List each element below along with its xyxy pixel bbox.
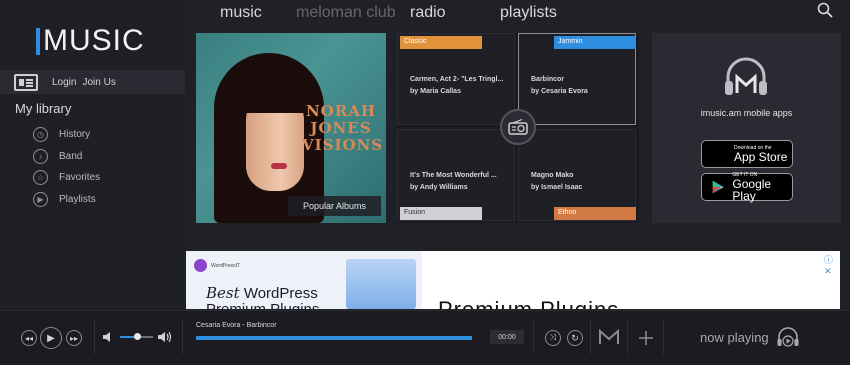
album-cover-title: NORAH JONES VISIONS <box>302 102 384 154</box>
time-display: 00:00 <box>490 330 524 344</box>
genre-tag: Fusion <box>400 207 482 220</box>
genre-tag: Ethno <box>554 207 636 220</box>
sidebar-item-history[interactable]: ◷ History <box>33 127 90 142</box>
sidebar-item-playlists[interactable]: ▶ Playlists <box>33 192 96 207</box>
my-library-heading: My library <box>15 101 72 116</box>
next-icon[interactable]: ▸▸ <box>66 330 82 346</box>
ad-brand-text: WordPressIT <box>211 262 241 269</box>
genre-tag: Jammin <box>554 36 636 49</box>
genre-tag: Classic <box>400 36 482 49</box>
divider <box>590 320 591 354</box>
volume-max-icon[interactable] <box>158 331 172 343</box>
login-link[interactable]: Login <box>52 77 76 88</box>
login-row: Login Join Us <box>0 70 185 94</box>
history-icon: ◷ <box>33 127 48 142</box>
user-card-icon <box>14 73 38 91</box>
genre-tile-fusion[interactable]: It's The Most Wonderful ... by Andy Will… <box>397 129 515 221</box>
sidebar-item-label: History <box>59 129 91 140</box>
sidebar-item-label: Band <box>59 151 83 162</box>
genre-tile-classic[interactable]: Classic Carmen, Act 2- "Les Tringl... by… <box>397 33 515 125</box>
search-icon[interactable] <box>817 2 833 18</box>
nav-playlists[interactable]: playlists <box>500 4 557 22</box>
sidebar-item-band[interactable]: ♪ Band <box>33 149 82 164</box>
divider <box>94 320 95 354</box>
app-store-button[interactable]: Download on the App Store <box>701 140 793 168</box>
sidebar-item-label: Favorites <box>59 172 101 183</box>
nav-music[interactable]: music <box>220 4 262 22</box>
track-artist: by Andy Williams <box>410 184 468 191</box>
previous-icon[interactable]: ◂◂ <box>21 330 37 346</box>
divider <box>182 320 183 354</box>
volume-knob[interactable] <box>133 333 141 340</box>
ad-brand: WordPressIT <box>194 259 240 272</box>
ad-banner[interactable]: WordPressIT Best WordPress Premium Plugi… <box>186 251 840 309</box>
track-artist: by Ismael Isaac <box>531 184 583 191</box>
genre-tile-ethno[interactable]: Magno Mako by Ismael Isaac Ethno <box>518 129 636 221</box>
ad-illustration <box>346 259 416 309</box>
track-title: Carmen, Act 2- "Les Tringl... <box>410 76 504 83</box>
divider <box>533 320 534 354</box>
popular-albums-card[interactable]: NORAH JONES VISIONS Popular Albums <box>196 33 386 223</box>
ad-big-text: Premium Plugins <box>438 297 619 309</box>
headphones-logo-icon <box>725 57 767 95</box>
imusic-logo[interactable]: MUSIC <box>36 24 145 58</box>
popular-albums-caption: Popular Albums <box>288 196 381 216</box>
ad-close-icon[interactable]: ⓘ ✕ <box>824 253 840 277</box>
nav-radio[interactable]: radio <box>410 4 446 22</box>
ad-headline-italic: Best <box>206 284 240 302</box>
mobile-apps-card: imusic.am mobile apps Download on the Ap… <box>652 33 841 223</box>
track-title: Barbincor <box>531 76 565 83</box>
google-play-big-text: Google Play <box>732 177 772 203</box>
play-button-icon[interactable]: ▶ <box>40 327 62 349</box>
app-root: MUSIC Login Join Us My library ◷ History… <box>0 0 850 365</box>
track-title: It's The Most Wonderful ... <box>410 172 497 179</box>
now-playing-track: Cesaria Evora - Barbincor <box>196 322 277 329</box>
shuffle-icon[interactable]: ⤨ <box>545 330 561 346</box>
track-artist: by Maria Callas <box>410 88 461 95</box>
ad-headline: Best WordPress Premium Plugins <box>206 285 319 309</box>
divider <box>663 320 664 354</box>
radio-hub-button[interactable] <box>500 109 536 145</box>
band-icon: ♪ <box>33 149 48 164</box>
genre-tile-jammin[interactable]: Jammin Barbincor by Cesaria Evora <box>518 33 636 125</box>
ad-headline-sub: Premium Plugins <box>206 301 319 310</box>
add-icon[interactable] <box>638 330 654 346</box>
mute-icon[interactable] <box>103 332 113 342</box>
sidebar-item-favorites[interactable]: ☆ Favorites <box>33 170 100 185</box>
ad-headline-main: WordPress <box>243 285 318 302</box>
wordpressit-logo-icon <box>194 259 207 272</box>
sidebar-item-label: Playlists <box>59 194 96 205</box>
join-link[interactable]: Join Us <box>82 77 115 88</box>
repeat-icon[interactable]: ↻ <box>567 330 583 346</box>
imusic-mark-icon[interactable] <box>598 329 620 345</box>
star-icon: ☆ <box>33 170 48 185</box>
track-title: Magno Mako <box>531 172 574 179</box>
album-art-lips <box>271 163 287 169</box>
progress-fill <box>196 336 472 340</box>
app-store-big-text: App Store <box>734 150 788 164</box>
logo-text: MUSIC <box>43 24 145 57</box>
divider <box>627 320 628 354</box>
now-playing-headphones-icon[interactable] <box>776 325 800 349</box>
radio-icon <box>508 119 528 135</box>
google-play-button[interactable]: GET IT ON Google Play <box>701 172 793 203</box>
track-artist: by Cesaria Evora <box>531 88 588 95</box>
mobile-apps-label: imusic.am mobile apps <box>700 108 793 118</box>
play-icon: ▶ <box>33 192 48 207</box>
nav-meloman-club[interactable]: meloman club <box>296 4 396 22</box>
now-playing-label[interactable]: now playing <box>700 330 769 345</box>
logo-bar-icon <box>36 27 40 55</box>
google-play-icon <box>712 180 724 194</box>
